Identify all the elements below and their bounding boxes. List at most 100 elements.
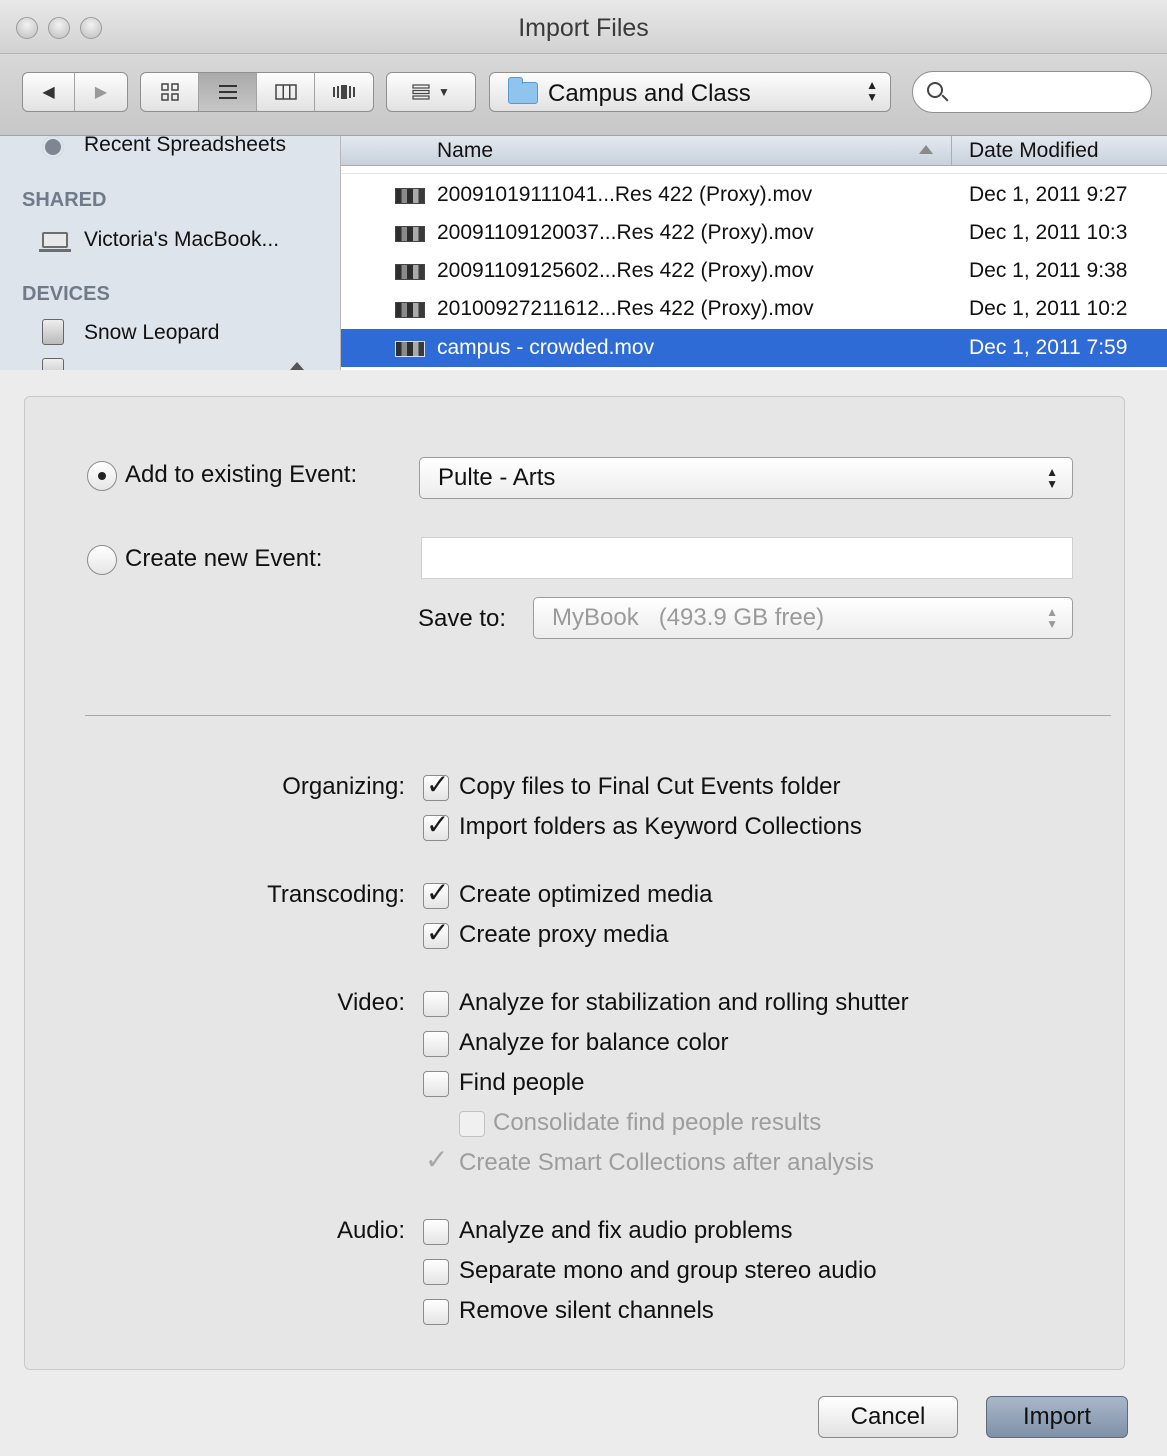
table-row [341, 166, 1167, 174]
new-event-name-field[interactable] [421, 537, 1073, 579]
eject-icon[interactable] [290, 362, 304, 370]
file-name: 20091109125602...Res 422 (Proxy).mov [437, 259, 814, 282]
copy-files-checkbox[interactable]: ✓ [423, 770, 449, 801]
checkmark-icon: ✓ [425, 1144, 449, 1175]
sidebar: Recent Spreadsheets SHARED Victoria's Ma… [0, 136, 340, 370]
video-label: Video: [337, 989, 405, 1016]
create-proxy-media-checkbox[interactable]: ✓ [423, 918, 449, 949]
file-date: Dec 1, 2011 9:27 [969, 183, 1128, 206]
search-field[interactable] [912, 71, 1152, 113]
sidebar-item-snow-leopard[interactable]: Snow Leopard [84, 321, 219, 345]
popup-stepper-icon: ▲ ▼ [866, 78, 878, 104]
title-bar: Import Files [0, 0, 1167, 54]
video-thumbnail-icon [395, 188, 425, 204]
forward-arrow-icon: ▶ [94, 84, 108, 101]
sidebar-item-recent-spreadsheets[interactable]: Recent Spreadsheets [84, 136, 286, 157]
analyze-stabilization-checkbox[interactable] [423, 991, 449, 1017]
create-optimized-media-checkbox[interactable]: ✓ [423, 878, 449, 909]
sidebar-item-macbook[interactable]: Victoria's MacBook... [84, 228, 279, 252]
analyze-balance-color-checkbox[interactable] [423, 1031, 449, 1057]
toolbar: ◀ ▶ ▼ Campus and Class ▲ ▼ [0, 54, 1167, 136]
arrange-grid-icon [412, 84, 430, 100]
checkmark-icon: ✓ [426, 769, 450, 800]
video-thumbnail-icon [395, 226, 425, 242]
forward-button[interactable]: ▶ [75, 73, 127, 111]
sidebar-header-devices: DEVICES [22, 283, 110, 305]
file-date: Dec 1, 2011 10:3 [969, 221, 1128, 244]
fix-audio-problems-label: Analyze and fix audio problems [459, 1217, 793, 1244]
copy-files-label: Copy files to Final Cut Events folder [459, 773, 841, 800]
consolidate-find-people-label: Consolidate find people results [493, 1109, 822, 1136]
analyze-stabilization-label: Analyze for stabilization and rolling sh… [459, 989, 909, 1016]
save-to-popup[interactable]: MyBook (493.9 GB free) ▲ ▼ [533, 597, 1073, 639]
popup-stepper-icon: ▲ ▼ [1046, 465, 1058, 491]
save-to-value: MyBook (493.9 GB free) [552, 604, 825, 631]
create-new-event-radio[interactable] [87, 545, 117, 575]
file-name: campus - crowded.mov [437, 336, 655, 359]
create-proxy-media-label: Create proxy media [459, 921, 669, 948]
checkmark-icon: ✓ [426, 809, 450, 840]
popup-stepper-icon: ▲ ▼ [1046, 605, 1058, 631]
checkmark-icon: ✓ [426, 877, 450, 908]
table-row[interactable]: 20091019111041...Res 422 (Proxy).mov Dec… [341, 176, 1167, 214]
create-optimized-media-label: Create optimized media [459, 881, 713, 908]
navigation-segment: ◀ ▶ [22, 72, 128, 112]
back-button[interactable]: ◀ [23, 73, 76, 111]
coverflow-view-icon [333, 85, 355, 99]
view-mode-segment [140, 72, 374, 112]
hard-disk-icon [42, 319, 64, 345]
sort-ascending-icon [919, 145, 933, 154]
import-button[interactable]: Import [986, 1396, 1128, 1438]
save-to-label: Save to: [418, 605, 507, 632]
column-view-button[interactable] [257, 73, 315, 111]
name-column-header[interactable]: Name [437, 139, 493, 163]
file-name: 20091109120037...Res 422 (Proxy).mov [437, 221, 814, 244]
back-arrow-icon: ◀ [42, 84, 55, 101]
table-row-selected[interactable]: campus - crowded.mov Dec 1, 2011 7:59 [341, 329, 1167, 367]
search-input[interactable] [953, 78, 1138, 106]
consolidate-find-people-checkbox[interactable] [459, 1111, 485, 1137]
table-row[interactable]: 20091109120037...Res 422 (Proxy).mov Dec… [341, 214, 1167, 252]
find-people-label: Find people [459, 1069, 585, 1096]
file-name: 20091019111041...Res 422 (Proxy).mov [437, 183, 813, 206]
list-view-button[interactable] [199, 73, 257, 111]
file-date: Dec 1, 2011 10:2 [969, 297, 1128, 320]
organizing-label: Organizing: [282, 773, 405, 800]
cancel-button[interactable]: Cancel [818, 1396, 958, 1438]
existing-event-popup[interactable]: Pulte - Arts ▲ ▼ [419, 457, 1073, 499]
file-list: Name Date Modified 20091019111041...Res … [340, 136, 1167, 370]
import-folders-keywords-checkbox[interactable]: ✓ [423, 810, 449, 841]
fix-audio-problems-checkbox[interactable] [423, 1219, 449, 1245]
date-modified-column-header[interactable]: Date Modified [969, 139, 1099, 163]
table-row[interactable]: 20091109125602...Res 422 (Proxy).mov Dec… [341, 252, 1167, 290]
remove-silent-channels-checkbox[interactable] [423, 1299, 449, 1325]
file-date: Dec 1, 2011 7:59 [969, 336, 1128, 359]
coverflow-view-button[interactable] [315, 73, 373, 111]
video-thumbnail-icon [395, 264, 425, 280]
icon-view-button[interactable] [141, 73, 199, 111]
create-smart-collections-checkbox[interactable]: ✓ [423, 1145, 449, 1177]
transcoding-label: Transcoding: [267, 881, 405, 908]
hard-disk-icon [42, 358, 64, 370]
import-options-panel: Add to existing Event: Pulte - Arts ▲ ▼ C… [24, 396, 1125, 1370]
add-existing-event-radio[interactable] [87, 461, 117, 491]
column-view-icon [274, 84, 297, 100]
create-new-event-label: Create new Event: [125, 545, 323, 572]
separate-mono-stereo-label: Separate mono and group stereo audio [459, 1257, 877, 1284]
audio-label: Audio: [336, 1217, 405, 1244]
video-thumbnail-icon [395, 341, 425, 357]
video-thumbnail-icon [395, 302, 425, 318]
import-folders-keywords-label: Import folders as Keyword Collections [459, 813, 862, 840]
gear-icon [42, 136, 64, 158]
table-row[interactable]: 20100927211612...Res 422 (Proxy).mov Dec… [341, 290, 1167, 328]
find-people-checkbox[interactable] [423, 1071, 449, 1097]
location-popup[interactable]: Campus and Class ▲ ▼ [489, 72, 891, 112]
arrange-menu-button[interactable]: ▼ [386, 72, 476, 112]
column-header: Name Date Modified [341, 136, 1167, 166]
remove-silent-channels-label: Remove silent channels [459, 1297, 714, 1324]
window-title: Import Files [518, 14, 649, 42]
analyze-balance-color-label: Analyze for balance color [459, 1029, 729, 1056]
separate-mono-stereo-checkbox[interactable] [423, 1259, 449, 1285]
icon-view-icon [160, 83, 179, 101]
folder-icon [508, 77, 538, 104]
